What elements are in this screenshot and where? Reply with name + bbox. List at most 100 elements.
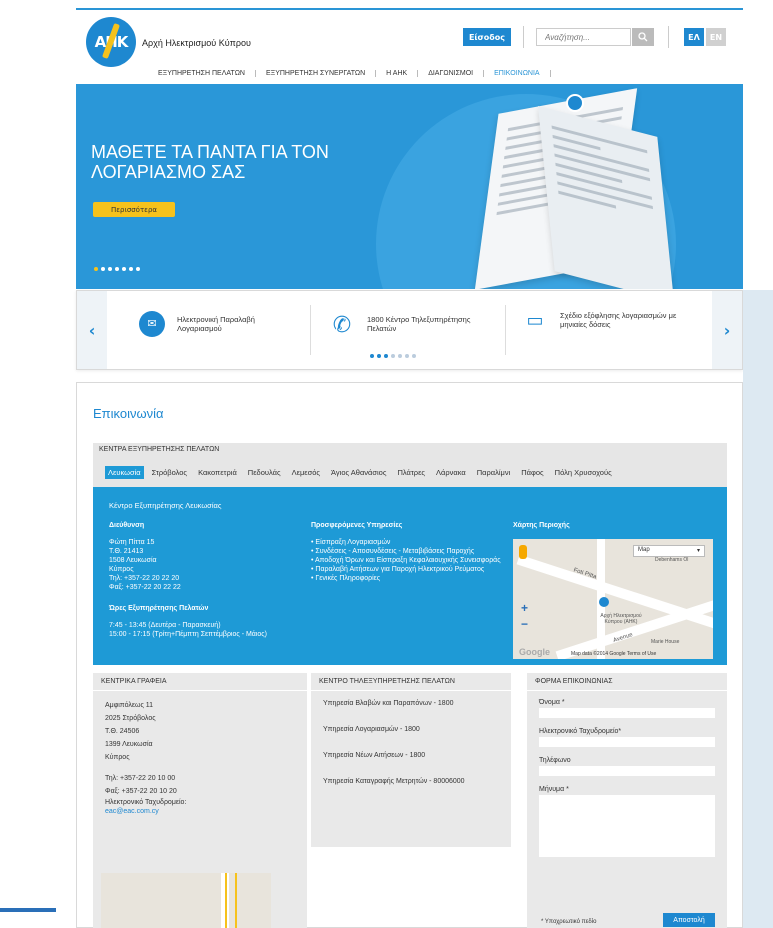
map-place-label: Marie House xyxy=(651,639,680,645)
map-pin-icon[interactable] xyxy=(599,597,609,607)
google-logo: Google xyxy=(519,647,550,657)
footer-accent xyxy=(0,908,56,912)
hours-title: Ώρες Εξυπηρέτησης Πελατών xyxy=(109,605,209,612)
nav-tenders[interactable]: ΔΙΑΓΩΝΙΣΜΟΙ xyxy=(418,69,485,77)
service-call-center[interactable]: ✆ 1800 Κέντρο Τηλεξυπηρέτησης Πελατών xyxy=(329,311,477,337)
email-label: Ηλεκτρονικό Ταχυδρομείο* xyxy=(539,728,622,735)
search-button[interactable] xyxy=(632,28,654,46)
lang-en-button[interactable]: EN xyxy=(706,28,726,46)
contact-form: ΦΟΡΜΑ ΕΠΙΚΟΙΝΩΝΙΑΣ Όνομα * Ηλεκτρονικό Τ… xyxy=(527,673,727,928)
lang-el-button[interactable]: ΕΛ xyxy=(684,28,704,46)
address-line: Τηλ: +357-22 20 22 20 xyxy=(109,575,180,582)
tab-city[interactable]: Παραλίμνι xyxy=(474,466,514,479)
page-title: Επικοινωνία xyxy=(93,406,164,421)
phone-field[interactable] xyxy=(539,766,715,776)
email-label: Ηλεκτρονικό Ταχυδρομείο: xyxy=(105,799,187,806)
map-type-select[interactable]: Map ▾ xyxy=(633,545,705,557)
divider xyxy=(668,26,669,48)
slide-dot[interactable] xyxy=(94,267,98,271)
area-map[interactable]: Foti Pitta Avenue Αρχή Ηλεκτρισμού Κύπρο… xyxy=(513,539,713,659)
map-road xyxy=(235,873,237,928)
center-title: Κέντρο Εξυπηρέτησης Λευκωσίας xyxy=(109,501,222,510)
address-line: Κύπρος xyxy=(109,566,134,573)
address-line: 1399 Λευκωσία xyxy=(105,741,153,748)
tab-city[interactable]: Κακοπετριά xyxy=(195,466,240,479)
call-service-item: Υπηρεσία Λογαριασμών - 1800 xyxy=(323,726,420,733)
map-place-label: Αρχή Ηλεκτρισμού Κύπρου (ΑΗΚ) xyxy=(600,613,642,625)
zoom-out-icon[interactable]: − xyxy=(521,617,528,631)
city-tabs: Λευκωσία Στρόβολος Κακοπετριά Πεδουλάς Λ… xyxy=(93,457,727,487)
tab-city[interactable]: Λευκωσία xyxy=(105,465,144,479)
tab-city[interactable]: Λεμεσός xyxy=(289,466,323,479)
fax-text: Φαξ: +357-22 20 10 20 xyxy=(105,788,177,795)
services-block: Προσφερόμενες Υπηρεσίες Είσπραξη Λογαρια… xyxy=(311,521,506,583)
address-line: 2025 Στρόβολος xyxy=(105,715,156,722)
service-label: 1800 Κέντρο Τηλεξυπηρέτησης Πελατών xyxy=(367,315,471,333)
address-line: Φώτη Πίττα 15 xyxy=(109,539,155,546)
nav-contact[interactable]: ΕΠΙΚΟΙΝΩΝΙΑ xyxy=(484,69,551,77)
logo[interactable]: ΑΗΚ xyxy=(86,17,136,67)
divider xyxy=(523,26,524,48)
call-service-item: Υπηρεσία Νέων Αιτήσεων - 1800 xyxy=(323,752,426,759)
services-title: Προσφερόμενες Υπηρεσίες xyxy=(311,522,403,529)
hero-more-button[interactable]: Περισσότερα xyxy=(93,202,175,217)
slide-dot[interactable] xyxy=(129,267,133,271)
tab-city[interactable]: Πάφος xyxy=(518,466,546,479)
slide-dot[interactable] xyxy=(136,267,140,271)
address-line: Τ.Θ. 21413 xyxy=(109,548,144,555)
org-name: Αρχή Ηλεκτρισμού Κύπρου xyxy=(142,38,251,48)
slide-dot[interactable] xyxy=(122,267,126,271)
map-attribution: Map data ©2014 Google Terms of Use xyxy=(571,651,657,657)
name-field[interactable] xyxy=(539,708,715,718)
head-office-column: ΚΕΝΤΡΙΚΑ ΓΡΑΦΕΙΑ Αμφιπόλεως 11 2025 Στρό… xyxy=(93,673,307,928)
slide-dot[interactable] xyxy=(101,267,105,271)
tab-city[interactable]: Πόλη Χρυσοχούς xyxy=(552,466,615,479)
hours-line: 15:00 - 17:15 (Τρίτη+Πέμπτη Σεπτέμβριος … xyxy=(109,631,268,638)
map-place-label: Debenhams Ol xyxy=(655,557,689,563)
nav-about[interactable]: Η ΑΗΚ xyxy=(376,69,419,77)
zoom-in-icon[interactable]: + xyxy=(521,601,528,615)
slide-dot[interactable] xyxy=(405,354,409,358)
search-input[interactable] xyxy=(536,28,631,46)
hero-banner: ΜΑΘΕΤΕ ΤΑ ΠΑΝΤΑ ΓΙΑ ΤΟΝ ΛΟΓΑΡΙΑΣΜΟ ΣΑΣ Π… xyxy=(76,84,743,289)
address-block: Διεύθυνση Φώτη Πίττα 15 Τ.Θ. 21413 1508 … xyxy=(109,521,299,639)
service-installments[interactable]: ▭ Σχέδιο εξόφλησης λογαριασμών με μηνιαί… xyxy=(522,307,680,333)
address-line: Κύπρος xyxy=(105,754,130,761)
slide-dot[interactable] xyxy=(377,354,381,358)
slide-dot[interactable] xyxy=(398,354,402,358)
message-field[interactable] xyxy=(539,795,715,857)
service-list-item: Συνδέσεις - Αποσυνδέσεις - Μεταβιβάσεις … xyxy=(311,547,506,556)
send-button[interactable]: Αποστολή xyxy=(663,913,715,927)
centers-title: ΚΕΝΤΡΑ ΕΞΥΠΗΡΕΤΗΣΗΣ ΠΕΛΑΤΩΝ xyxy=(93,443,727,457)
head-office-map[interactable] xyxy=(101,873,271,928)
service-label: Ηλεκτρονική Παραλαβή Λογαριασμού xyxy=(177,315,255,333)
slide-dot[interactable] xyxy=(412,354,416,358)
nav-partner-service[interactable]: ΕΞΥΠΗΡΕΤΗΣΗ ΣΥΝΕΡΓΑΤΩΝ xyxy=(256,69,377,77)
chevron-down-icon: ▾ xyxy=(696,548,700,554)
tab-city[interactable]: Πλάτρες xyxy=(394,466,428,479)
tab-city[interactable]: Στρόβολος xyxy=(149,466,190,479)
address-line: Τ.Θ. 24506 xyxy=(105,728,140,735)
bill-image xyxy=(537,105,675,289)
email-link[interactable]: eac@eac.com.cy xyxy=(105,807,295,816)
slide-dot[interactable] xyxy=(108,267,112,271)
call-center-title: ΚΕΝΤΡΟ ΤΗΛΕΞΥΠΗΡΕΤΗΣΗΣ ΠΕΛΑΤΩΝ xyxy=(311,673,511,691)
slide-dot[interactable] xyxy=(370,354,374,358)
contact-section: Επικοινωνία ΚΕΝΤΡΑ ΕΞΥΠΗΡΕΤΗΣΗΣ ΠΕΛΑΤΩΝ … xyxy=(76,382,743,928)
service-ebill[interactable]: ✉ Ηλεκτρονική Παραλαβή Λογαριασμού xyxy=(139,311,297,337)
nav-customer-service[interactable]: ΕΞΥΠΗΡΕΤΗΣΗ ΠΕΛΑΤΩΝ xyxy=(148,69,256,77)
next-arrow-button[interactable]: › xyxy=(712,291,742,369)
slide-dot[interactable] xyxy=(391,354,395,358)
tab-city[interactable]: Άγιος Αθανάσιος xyxy=(328,466,389,479)
map-road xyxy=(555,598,713,659)
pegman-icon[interactable] xyxy=(519,545,527,559)
tab-city[interactable]: Πεδουλάς xyxy=(245,466,284,479)
phone-icon: ✆ xyxy=(332,311,352,337)
prev-arrow-button[interactable]: ‹ xyxy=(77,291,107,369)
slide-dot[interactable] xyxy=(384,354,388,358)
email-field[interactable] xyxy=(539,737,715,747)
tab-city[interactable]: Λάρνακα xyxy=(433,466,469,479)
email-icon: ✉ xyxy=(139,311,165,337)
login-button[interactable]: Είσοδος xyxy=(463,28,511,46)
slide-dot[interactable] xyxy=(115,267,119,271)
